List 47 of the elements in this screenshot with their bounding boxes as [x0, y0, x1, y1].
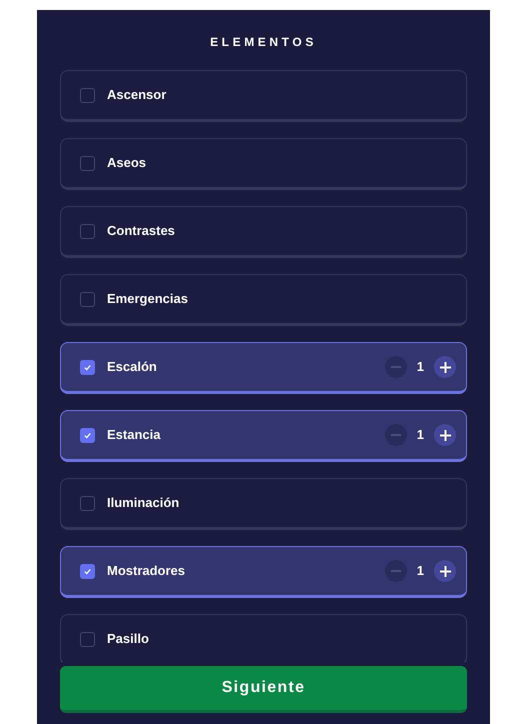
option-label: Iluminación — [107, 494, 180, 512]
checkbox[interactable] — [80, 88, 95, 102]
option-label: Aseos — [107, 154, 148, 172]
increment-button[interactable] — [434, 560, 456, 582]
checkbox[interactable] — [80, 292, 95, 306]
checkbox[interactable] — [80, 564, 95, 578]
element-option[interactable]: Aseos — [60, 138, 467, 190]
section-title: ELEMENTOS — [210, 34, 317, 51]
minus-icon — [390, 570, 401, 572]
element-option[interactable]: Pasillo — [60, 614, 467, 662]
option-label: Contrastes — [107, 222, 176, 240]
checkbox[interactable] — [80, 496, 95, 510]
plus-icon — [440, 566, 450, 576]
element-option[interactable]: Mostradores 1 — [60, 546, 467, 598]
decrement-button[interactable] — [384, 560, 407, 582]
option-label: Emergencias — [107, 290, 189, 308]
checkbox[interactable] — [80, 428, 95, 442]
minus-icon — [390, 434, 401, 436]
quantity: 1 — [416, 426, 424, 444]
check-icon — [83, 362, 92, 372]
check-icon — [83, 430, 92, 440]
plus-icon — [440, 430, 450, 440]
element-option[interactable]: Ascensor — [60, 70, 467, 122]
check-icon — [83, 566, 92, 576]
increment-button[interactable] — [434, 424, 456, 446]
next-button[interactable]: Siguiente — [60, 666, 467, 713]
option-label: Mostradores — [107, 562, 186, 580]
minus-icon — [390, 366, 401, 368]
element-option[interactable]: Estancia 1 — [60, 410, 467, 462]
option-label: Ascensor — [107, 86, 168, 104]
quantity: 1 — [416, 358, 424, 376]
checkbox[interactable] — [80, 156, 95, 170]
plus-icon — [440, 362, 450, 372]
quantity: 1 — [416, 562, 424, 580]
element-option[interactable]: Emergencias — [60, 274, 467, 326]
element-option[interactable]: Iluminación — [60, 478, 467, 530]
decrement-button[interactable] — [384, 356, 407, 378]
option-label: Escalón — [107, 358, 158, 376]
option-label: Estancia — [107, 426, 162, 444]
element-option[interactable]: Contrastes — [60, 206, 467, 258]
checkbox[interactable] — [80, 632, 95, 646]
increment-button[interactable] — [434, 356, 456, 378]
checkbox[interactable] — [80, 360, 95, 374]
element-option[interactable]: Escalón 1 — [60, 342, 467, 394]
checkbox[interactable] — [80, 224, 95, 238]
decrement-button[interactable] — [384, 424, 407, 446]
option-label: Pasillo — [107, 630, 150, 648]
